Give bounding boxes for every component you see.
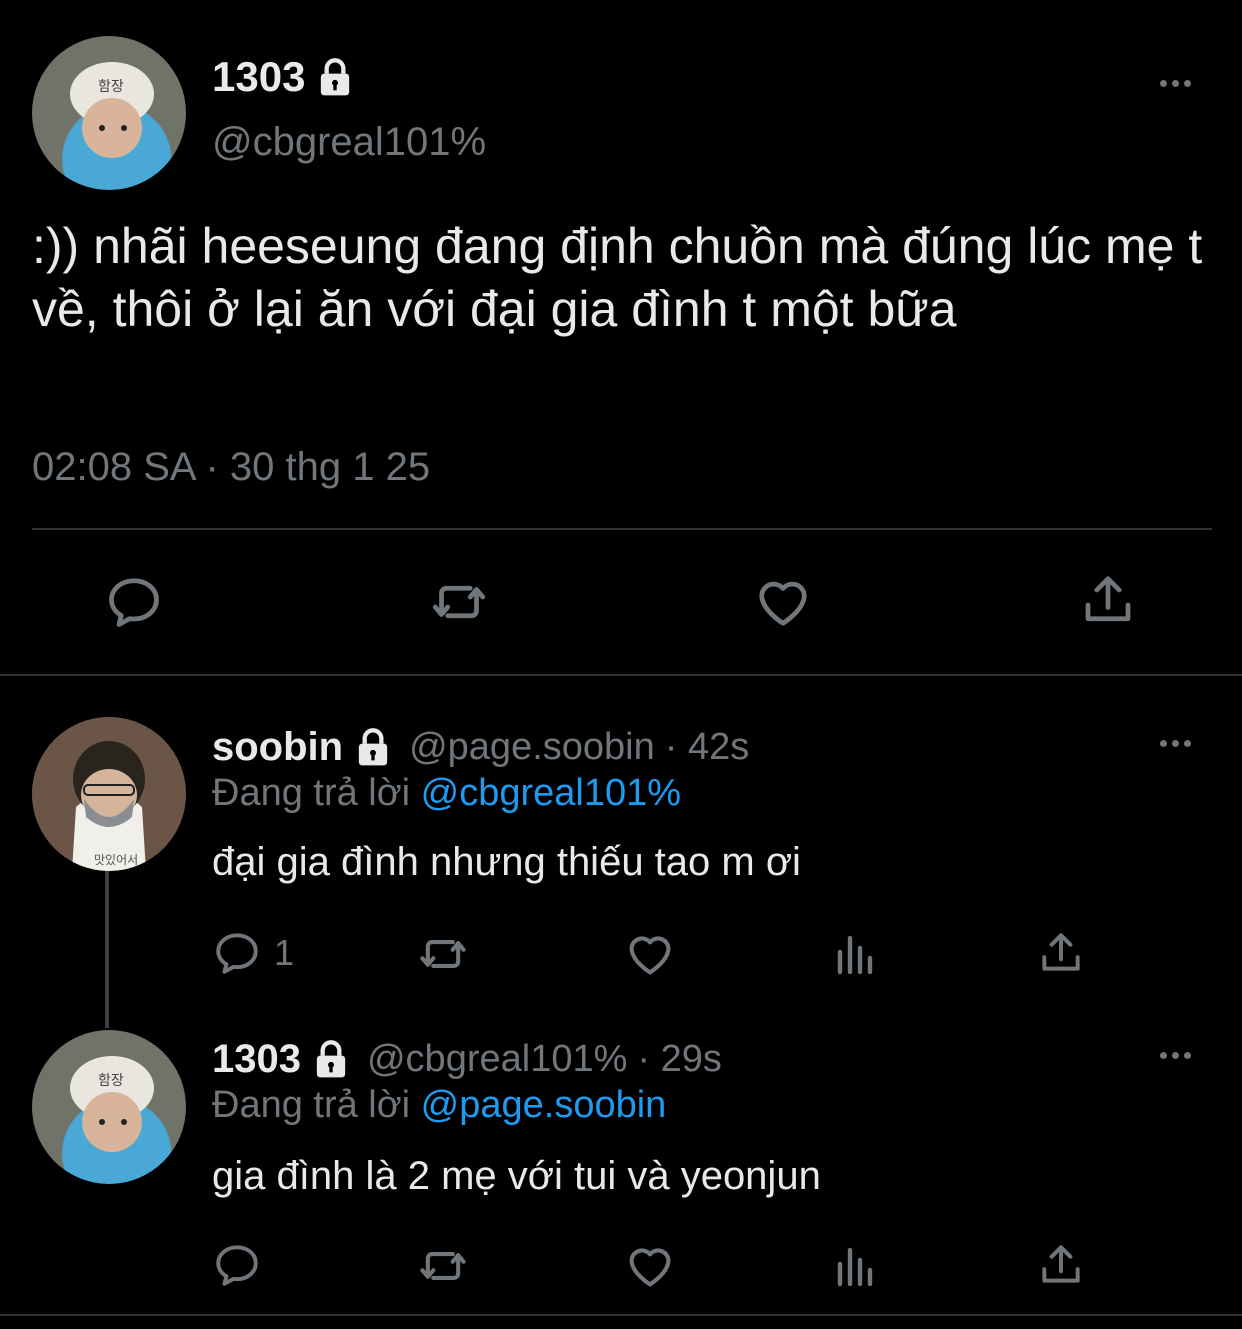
share-button[interactable] <box>1036 928 1086 978</box>
avatar-image <box>70 62 154 158</box>
avatar-image <box>70 1056 154 1152</box>
like-icon <box>624 928 676 980</box>
share-button[interactable] <box>1036 1240 1086 1290</box>
lock-icon <box>311 1039 351 1079</box>
mention-link[interactable]: @page.soobin <box>421 1084 667 1126</box>
replying-to: Đang trả lời @page.soobin <box>212 1084 666 1127</box>
reply-button[interactable] <box>104 572 164 632</box>
dot-icon <box>1160 1052 1167 1059</box>
dot-icon <box>1172 1052 1179 1059</box>
reply-header: 1303 @cbgreal101% · 29s <box>212 1034 722 1084</box>
dot-icon <box>1184 80 1191 87</box>
reply-icon <box>212 928 262 978</box>
like-icon <box>624 1240 676 1292</box>
avatar[interactable]: 함장 <box>32 36 186 190</box>
avatar-image <box>32 717 186 871</box>
dot-icon <box>1184 740 1191 747</box>
share-icon <box>1078 570 1138 630</box>
views-icon <box>832 930 880 978</box>
replying-label: Đang trả lời <box>212 772 411 814</box>
tweet-text: :)) nhãi heeseung đang định chuồn mà đún… <box>32 218 1203 337</box>
reply-text: đại gia đình nhưng thiếu tao m ơi <box>212 840 801 884</box>
retweet-icon <box>428 572 490 632</box>
dot-icon <box>1172 80 1179 87</box>
handle[interactable]: @page.soobin <box>409 726 655 769</box>
retweet-button[interactable] <box>416 1240 470 1292</box>
reply-button[interactable]: 1 <box>212 928 294 978</box>
dot-icon <box>1160 80 1167 87</box>
thread-line <box>105 870 109 1028</box>
dot-icon <box>1160 740 1167 747</box>
display-name[interactable]: soobin <box>212 725 343 770</box>
main-author[interactable]: 1303 <box>212 52 355 102</box>
handle[interactable]: @cbgreal101% <box>212 120 486 165</box>
retweet-icon <box>416 928 470 980</box>
avatar[interactable]: 맛있어서 <box>32 717 186 871</box>
section-divider <box>0 674 1242 676</box>
avatar-helmet-text: 함장 <box>98 78 124 94</box>
divider <box>32 528 1212 530</box>
bottom-divider <box>0 1314 1242 1316</box>
display-name[interactable]: 1303 <box>212 1037 301 1082</box>
avatar-helmet-text: 함장 <box>98 1072 124 1088</box>
lock-icon <box>353 727 393 767</box>
replying-to: Đang trả lời @cbgreal101% <box>212 772 681 815</box>
reply-header: soobin @page.soobin · 42s <box>212 722 749 772</box>
like-button[interactable] <box>752 572 814 632</box>
views-button[interactable] <box>832 930 880 978</box>
like-icon <box>752 572 814 632</box>
replying-label: Đang trả lời <box>212 1084 411 1126</box>
retweet-button[interactable] <box>428 572 490 632</box>
lock-icon <box>315 57 355 97</box>
views-button[interactable] <box>832 1242 880 1290</box>
retweet-button[interactable] <box>416 928 470 980</box>
like-button[interactable] <box>624 1240 676 1292</box>
reply-count: 1 <box>274 932 295 973</box>
dot-icon <box>1184 1052 1191 1059</box>
more-options-button[interactable] <box>1160 1052 1191 1059</box>
like-button[interactable] <box>624 928 676 980</box>
reply-text: gia đình là 2 mẹ với tui và yeonjun <box>212 1154 821 1198</box>
reply-button[interactable] <box>212 1240 274 1290</box>
avatar-shirt-text: 맛있어서 <box>94 853 139 867</box>
share-button[interactable] <box>1078 570 1138 630</box>
avatar[interactable]: 함장 <box>32 1030 186 1184</box>
display-name: 1303 <box>212 53 306 100</box>
relative-time[interactable]: · 29s <box>637 1038 721 1081</box>
reply-icon <box>104 572 164 632</box>
timestamp[interactable]: 02:08 SA · 30 thg 1 25 <box>32 445 430 490</box>
share-icon <box>1036 928 1086 978</box>
mention-link[interactable]: @cbgreal101% <box>421 772 681 814</box>
relative-time[interactable]: · 42s <box>665 726 749 769</box>
more-options-button[interactable] <box>1160 80 1191 87</box>
views-icon <box>832 1242 880 1290</box>
more-options-button[interactable] <box>1160 740 1191 747</box>
share-icon <box>1036 1240 1086 1290</box>
retweet-icon <box>416 1240 470 1292</box>
dot-icon <box>1172 740 1179 747</box>
handle[interactable]: @cbgreal101% <box>367 1038 627 1081</box>
reply-icon <box>212 1240 262 1290</box>
